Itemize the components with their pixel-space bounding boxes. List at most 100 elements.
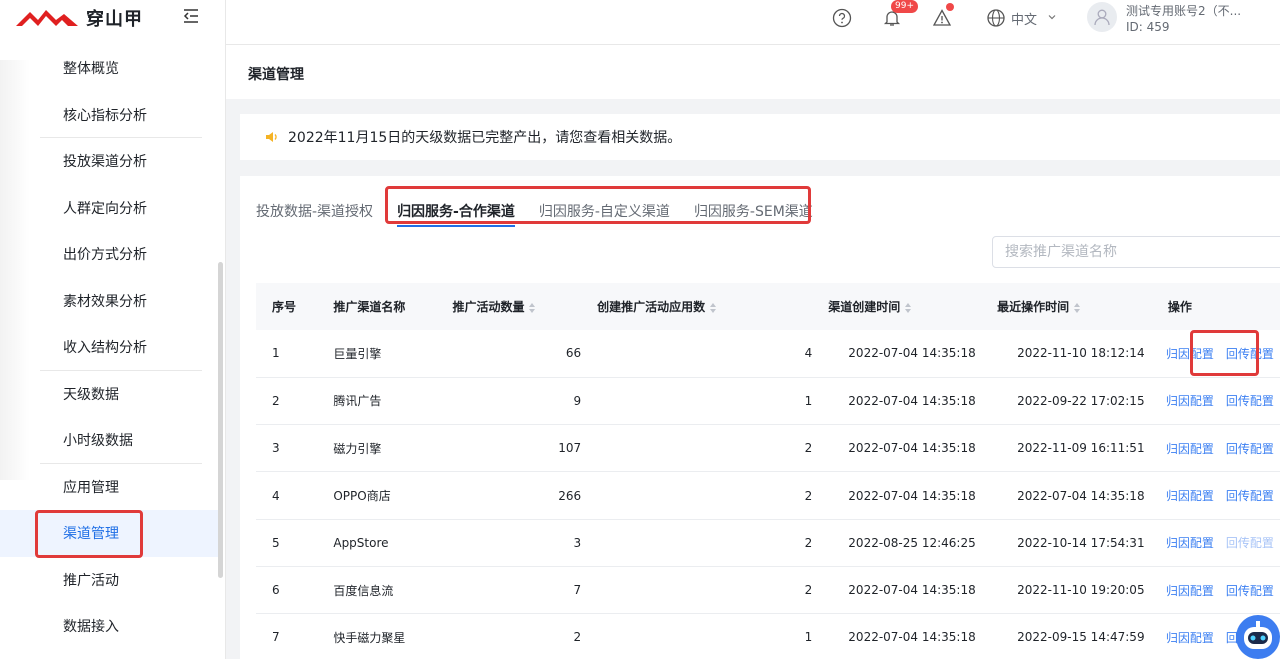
sidebar-item-channel-analysis[interactable]: 投放渠道分析 [0,138,222,185]
page-title: 渠道管理 [248,67,304,83]
sidebar-item-bidding-analysis[interactable]: 出价方式分析 [0,231,222,278]
col-campaigns[interactable]: 推广活动数量 [436,283,581,330]
col-updated[interactable]: 最近操作时间 [981,283,1152,330]
attribution-config-link[interactable]: 归因配置 [1166,631,1214,645]
sort-icon[interactable] [904,302,912,313]
language-selector[interactable]: 中文 [1011,9,1037,28]
col-ops: 操作 [1167,300,1192,314]
sidebar-item-overview[interactable]: 整体概览 [0,45,222,92]
attribution-config-link[interactable]: 归因配置 [1166,442,1214,456]
highlight-box [385,186,811,224]
table-header-row: 序号 推广渠道名称 推广活动数量 创建推广活动应用数 渠道创建时间 最近操作时间… [256,283,1280,330]
cell-ops: 归因配置回传配置 [1152,377,1280,424]
sidebar-item-data-access[interactable]: 数据接入 [0,603,222,650]
page-title-bar: 渠道管理 [226,45,1280,99]
sort-icon[interactable] [528,302,536,313]
help-icon[interactable] [832,8,852,28]
callback-config-link[interactable]: 回传配置 [1226,584,1274,598]
sort-icon[interactable] [709,302,717,313]
warning-icon[interactable] [932,8,952,28]
cell-created: 2022-07-04 14:35:18 [848,630,976,645]
search-input[interactable] [992,236,1280,268]
cell-updated: 2022-11-09 16:11:51 [1017,441,1145,456]
cell-ops: 归因配置回传配置 [1152,566,1280,613]
col-index: 序号 [272,300,297,314]
cell-campaigns: 3 [573,535,582,550]
sidebar-scrollbar[interactable] [218,262,223,578]
account-name[interactable]: 测试专用账号2（不... [1126,2,1241,19]
cell-created: 2022-07-04 14:35:18 [848,488,976,503]
notice-text: 2022年11月15日的天级数据已完整产出，请您查看相关数据。 [288,130,682,146]
sidebar: 穿山甲 整体概览 核心指标分析 投放渠道分析 人群定向分析 出价方式分析 素材效… [0,0,226,659]
cell-created: 2022-07-04 14:35:18 [848,346,976,361]
cell-apps: 2 [804,488,813,503]
cell-updated: 2022-10-14 17:54:31 [1017,535,1145,550]
channel-card: 投放数据-渠道授权 归因服务-合作渠道 归因服务-自定义渠道 归因服务-SEM渠… [240,176,1280,659]
tab-channel-authorization[interactable]: 投放数据-渠道授权 [256,201,373,221]
cell-ops: 归因配置回传配置 [1152,472,1280,519]
assistant-robot-button[interactable] [1236,615,1280,659]
table-row: 5 AppStore 3 2 2022-08-25 12:46:25 2022-… [256,519,1280,567]
callback-config-link[interactable]: 回传配置 [1226,489,1274,503]
cell-updated: 2022-11-10 19:20:05 [1017,583,1145,598]
sidebar-item-hourly-data[interactable]: 小时级数据 [0,417,222,464]
col-apps[interactable]: 创建推广活动应用数 [581,283,812,330]
highlight-box [1190,330,1259,376]
globe-icon[interactable] [986,8,1006,28]
attribution-config-link[interactable]: 归因配置 [1166,536,1214,550]
col-name: 推广渠道名称 [333,300,406,314]
sidebar-item-daily-data[interactable]: 天级数据 [0,371,222,418]
cell-name: 快手磁力聚星 [333,630,406,645]
sidebar-item-audience-analysis[interactable]: 人群定向分析 [0,185,222,232]
callback-config-link[interactable]: 回传配置 [1226,442,1274,456]
cell-updated: 2022-09-15 14:47:59 [1017,630,1145,645]
cell-apps: 1 [804,393,813,408]
brand-name: 穿山甲 [86,9,143,30]
col-created[interactable]: 渠道创建时间 [812,283,981,330]
sidebar-item-app-management[interactable]: 应用管理 [0,464,222,511]
cell-campaigns: 2 [573,630,582,645]
cell-index: 3 [272,441,280,456]
speaker-icon [266,132,277,142]
cell-ops: 归因配置回传配置 [1152,425,1280,472]
sidebar-item-campaigns[interactable]: 推广活动 [0,557,222,604]
cell-name: OPPO商店 [333,489,391,504]
attribution-config-link[interactable]: 归因配置 [1166,584,1214,598]
sidebar-item-channel-management[interactable]: 渠道管理 [0,510,222,558]
alert-dot [946,3,954,11]
cell-name: 磁力引擎 [333,441,382,456]
menu-collapse-icon[interactable] [182,7,200,25]
chevron-down-icon[interactable] [1047,12,1057,22]
cell-index: 4 [272,488,280,503]
table-row: 6 百度信息流 7 2 2022-07-04 14:35:18 2022-11-… [256,566,1280,614]
cell-updated: 2022-11-10 18:12:14 [1017,346,1145,361]
callback-config-link[interactable]: 回传配置 [1226,394,1274,408]
cell-index: 1 [272,346,280,361]
cell-created: 2022-07-04 14:35:18 [848,393,976,408]
cell-ops: 归因配置回传配置 [1152,519,1280,566]
robot-icon [1244,621,1272,649]
sidebar-menu: 整体概览 核心指标分析 投放渠道分析 人群定向分析 出价方式分析 素材效果分析 … [0,45,222,650]
sidebar-item-revenue-analysis[interactable]: 收入结构分析 [0,324,222,371]
avatar[interactable] [1087,2,1117,32]
cell-created: 2022-07-04 14:35:18 [848,441,976,456]
brand-logo[interactable]: 穿山甲 [16,4,143,32]
callback-config-link[interactable]: 回传配置 [1226,536,1274,550]
attribution-config-link[interactable]: 归因配置 [1166,489,1214,503]
cell-index: 2 [272,393,280,408]
sidebar-item-core-metrics[interactable]: 核心指标分析 [0,92,222,139]
table-row: 3 磁力引擎 107 2 2022-07-04 14:35:18 2022-11… [256,425,1280,472]
pangolin-logo-icon [16,10,78,26]
sidebar-item-creative-analysis[interactable]: 素材效果分析 [0,278,222,325]
sort-icon[interactable] [1073,302,1081,313]
notice-banner: 2022年11月15日的天级数据已完整产出，请您查看相关数据。 [240,114,1280,160]
top-header [226,0,1280,45]
table-row: 4 OPPO商店 266 2 2022-07-04 14:35:18 2022-… [256,472,1280,520]
cell-campaigns: 266 [558,488,582,503]
channel-table: 序号 推广渠道名称 推广活动数量 创建推广活动应用数 渠道创建时间 最近操作时间… [256,283,1280,659]
cell-apps: 2 [804,441,813,456]
cell-apps: 4 [804,346,813,361]
cell-name: 百度信息流 [333,583,394,598]
cell-campaigns: 107 [558,441,582,456]
attribution-config-link[interactable]: 归因配置 [1166,394,1214,408]
